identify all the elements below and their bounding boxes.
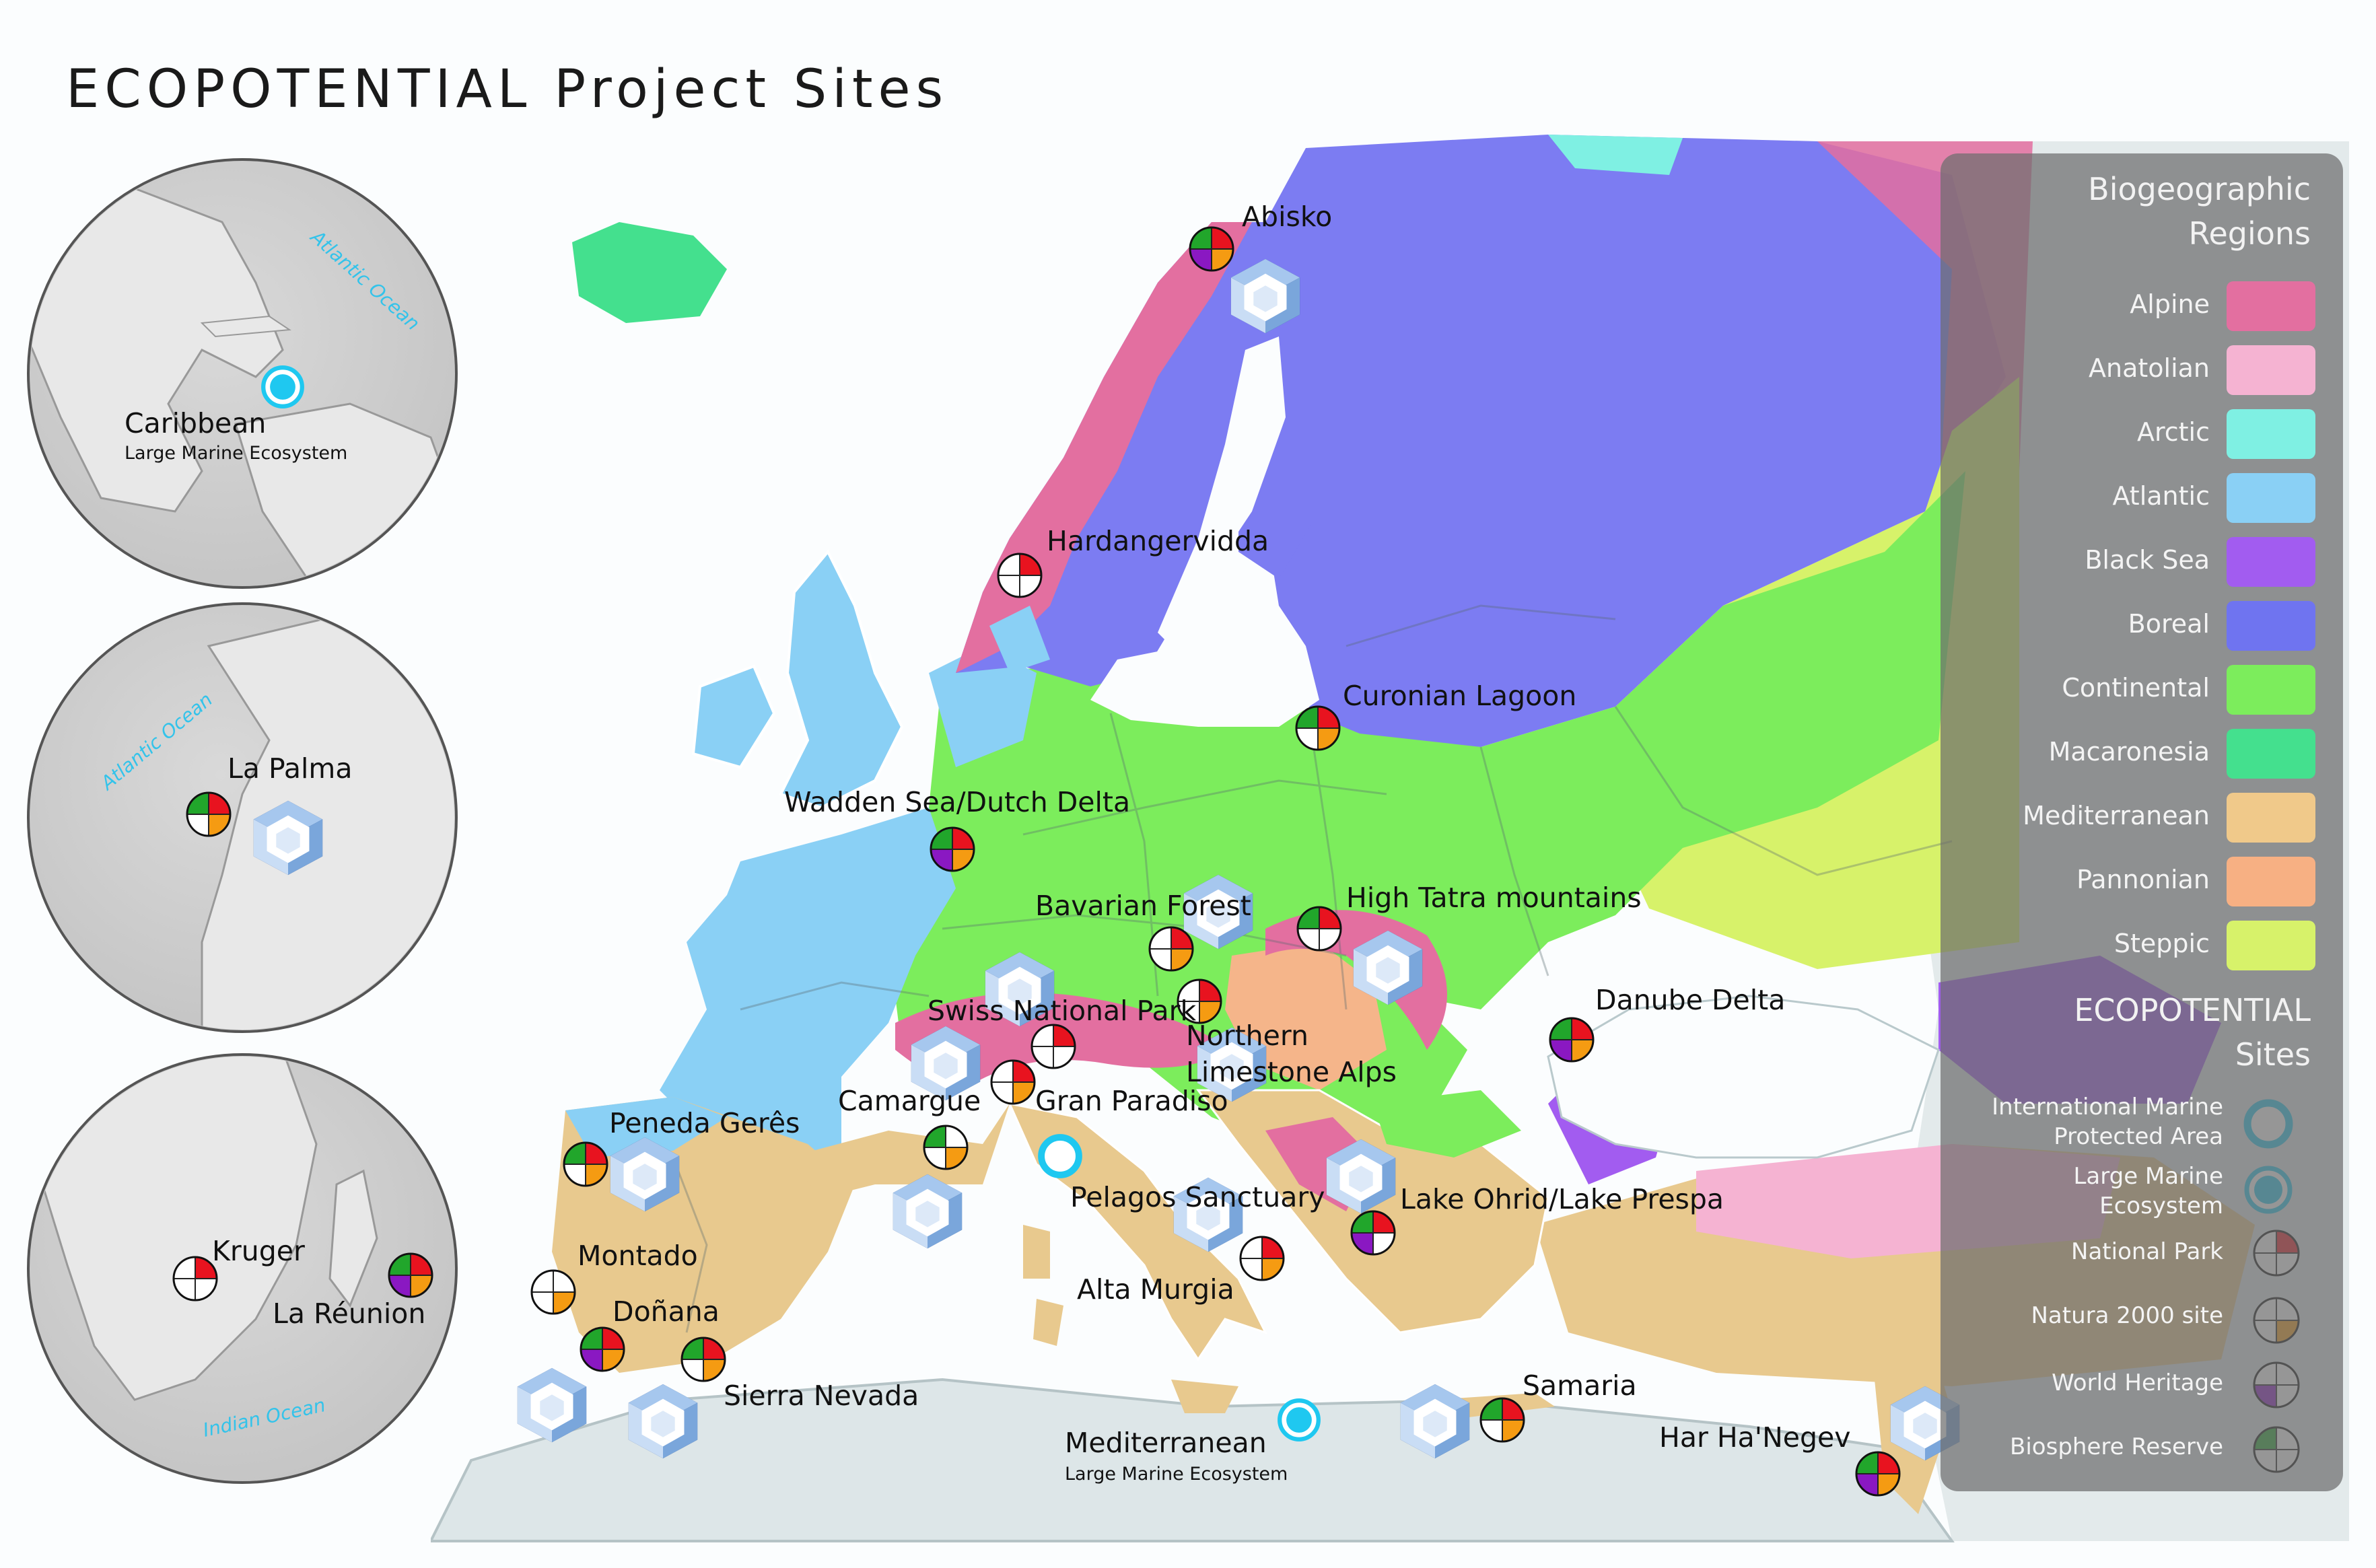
curonian-lagoon-site-marker [1295,705,1341,751]
camargue-cube [893,1174,963,1249]
legend-region-swatch [2227,921,2315,970]
inset-caribbean [27,158,458,589]
har-hanegev-label: Har Ha'Negev [1659,1421,1851,1454]
legend-site-type-label: Natura 2000 site [2031,1302,2223,1329]
legend-region-swatch [2227,537,2315,587]
legend-sites-title: ECOPOTENTIAL Sites [2074,988,2311,1077]
legend-region-label: Macaronesia [2048,737,2210,767]
samaria-site-marker [1479,1397,1525,1443]
legend-region-label: Steppic [2113,929,2210,958]
curonian-lagoon-label: Curonian Lagoon [1343,680,1577,712]
pelagos-sanctuary-label: Pelagos Sanctuary [1070,1181,1325,1213]
legend-regions-title-line-2: Regions [2188,215,2311,252]
high-tatra-label: High Tatra mountains [1346,882,1642,914]
page-title: ECOPOTENTIAL Project Sites [66,59,949,120]
montado-site-marker [530,1269,576,1315]
legend-region-swatch [2227,281,2315,331]
legend-sites-title-line-2: Sites [2235,1036,2311,1073]
legend-region-label: Boreal [2128,609,2210,639]
abisko-label: Abisko [1242,201,1333,233]
legend-regions-title: Biogeographic Regions [2088,167,2311,256]
legend-panel: Biogeographic Regions Alpine Anatolian Arc… [1941,153,2343,1491]
mediterranean-lme-marker [1280,1400,1319,1439]
danube-delta-label: Danube Delta [1595,984,1786,1016]
legend-region-label: Arctic [2136,417,2210,447]
inset-la-palma [27,602,458,1033]
legend-region-swatch [2227,665,2315,715]
abisko-site-marker [1189,226,1234,272]
legend-site-type-label: Large Marine Ecosystem [2073,1163,2223,1219]
alta-murgia-site-marker [1239,1236,1285,1281]
legend-region-label: Mediterranean [2023,801,2210,830]
la-palma-site-marker [186,791,232,837]
legend-region-label: Anatolian [2089,353,2210,383]
bavarian-forest-label: Bavarian Forest [1035,890,1251,922]
danube-delta-site-marker [1549,1017,1595,1063]
hardangervidda-label: Hardangervidda [1047,525,1269,557]
northern-limestone-alps-label: Northern Limestone Alps [1186,1020,1397,1088]
montado-label: Montado [578,1240,698,1272]
legend-region-label: Atlantic [2112,481,2210,511]
legend-region-swatch [2227,409,2315,459]
la-palma-label: La Palma [228,752,353,785]
legend-region-label: Continental [2062,673,2210,703]
caribbean-sub-label: Large Marine Ecosystem [125,443,348,464]
lake-ohrid-label: Lake Ohrid/Lake Prespa [1400,1183,1724,1215]
map-figure: ECOPOTENTIAL Project Sites Atlantic Ocea… [0,0,2376,1568]
camargue-label: Camargue [838,1085,981,1117]
mediterranean-lme-label: Mediterranean [1065,1427,1267,1459]
high-tatra-site-marker [1296,906,1342,952]
wadden-sea-site-marker [930,826,975,872]
legend-region-label: Alpine [2130,289,2210,319]
har-hanegev-site-marker [1855,1451,1901,1497]
legend-site-type-label: National Park [2071,1238,2223,1265]
swiss-np-site-marker [1030,1024,1076,1069]
la-reunion-label: La Réunion [273,1297,426,1330]
swiss-national-park-label: Swiss National Park [928,995,1197,1027]
la-reunion-site-marker [388,1252,433,1298]
legend-region-label: Pannonian [2076,865,2210,894]
sierra-nevada-site-marker [680,1337,726,1382]
legend-sites-title-line-1: ECOPOTENTIAL [2074,992,2311,1028]
legend-region-label: Black Sea [2085,545,2210,575]
kruger-site-marker [172,1256,218,1302]
legend-region-swatch [2227,857,2315,906]
wadden-sea-label: Wadden Sea/Dutch Delta [784,786,1131,818]
legend-region-swatch [2227,473,2315,523]
mediterranean-lme-sub-label: Large Marine Ecosystem [1065,1464,1288,1485]
camargue-site-marker [923,1125,969,1170]
donana-site-marker [580,1326,625,1372]
samaria-label: Samaria [1523,1369,1637,1402]
legend-site-type-label: World Heritage [2052,1369,2223,1396]
donana-label: Doñana [613,1295,720,1328]
caribbean-label: Caribbean [125,407,267,439]
legend-site-type-label: Biosphere Reserve [2010,1433,2223,1460]
lake-ohrid-site-marker [1350,1210,1396,1256]
legend-region-swatch [2227,345,2315,395]
alta-murgia-label: Alta Murgia [1077,1273,1234,1306]
peneda-geres-label: Peneda Gerês [609,1107,800,1139]
peneda-geres-site-marker [563,1141,608,1187]
hardangervidda-site-marker [997,553,1043,598]
sierra-nevada-label: Sierra Nevada [724,1380,919,1412]
gran-paradiso-site-marker [990,1059,1036,1105]
bavarian-forest-site-marker [1148,926,1194,972]
kruger-label: Kruger [212,1235,305,1267]
legend-site-type-label: International Marine Protected Area [1992,1094,2223,1150]
caribbean-lme-marker [263,367,302,406]
legend-region-swatch [2227,729,2315,779]
legend-region-swatch [2227,793,2315,843]
gran-paradiso-label: Gran Paradiso [1035,1085,1228,1117]
pelagos-marine-protected-area-marker [1041,1137,1079,1175]
legend-regions-title-line-1: Biogeographic [2088,171,2311,207]
legend-region-swatch [2227,601,2315,651]
